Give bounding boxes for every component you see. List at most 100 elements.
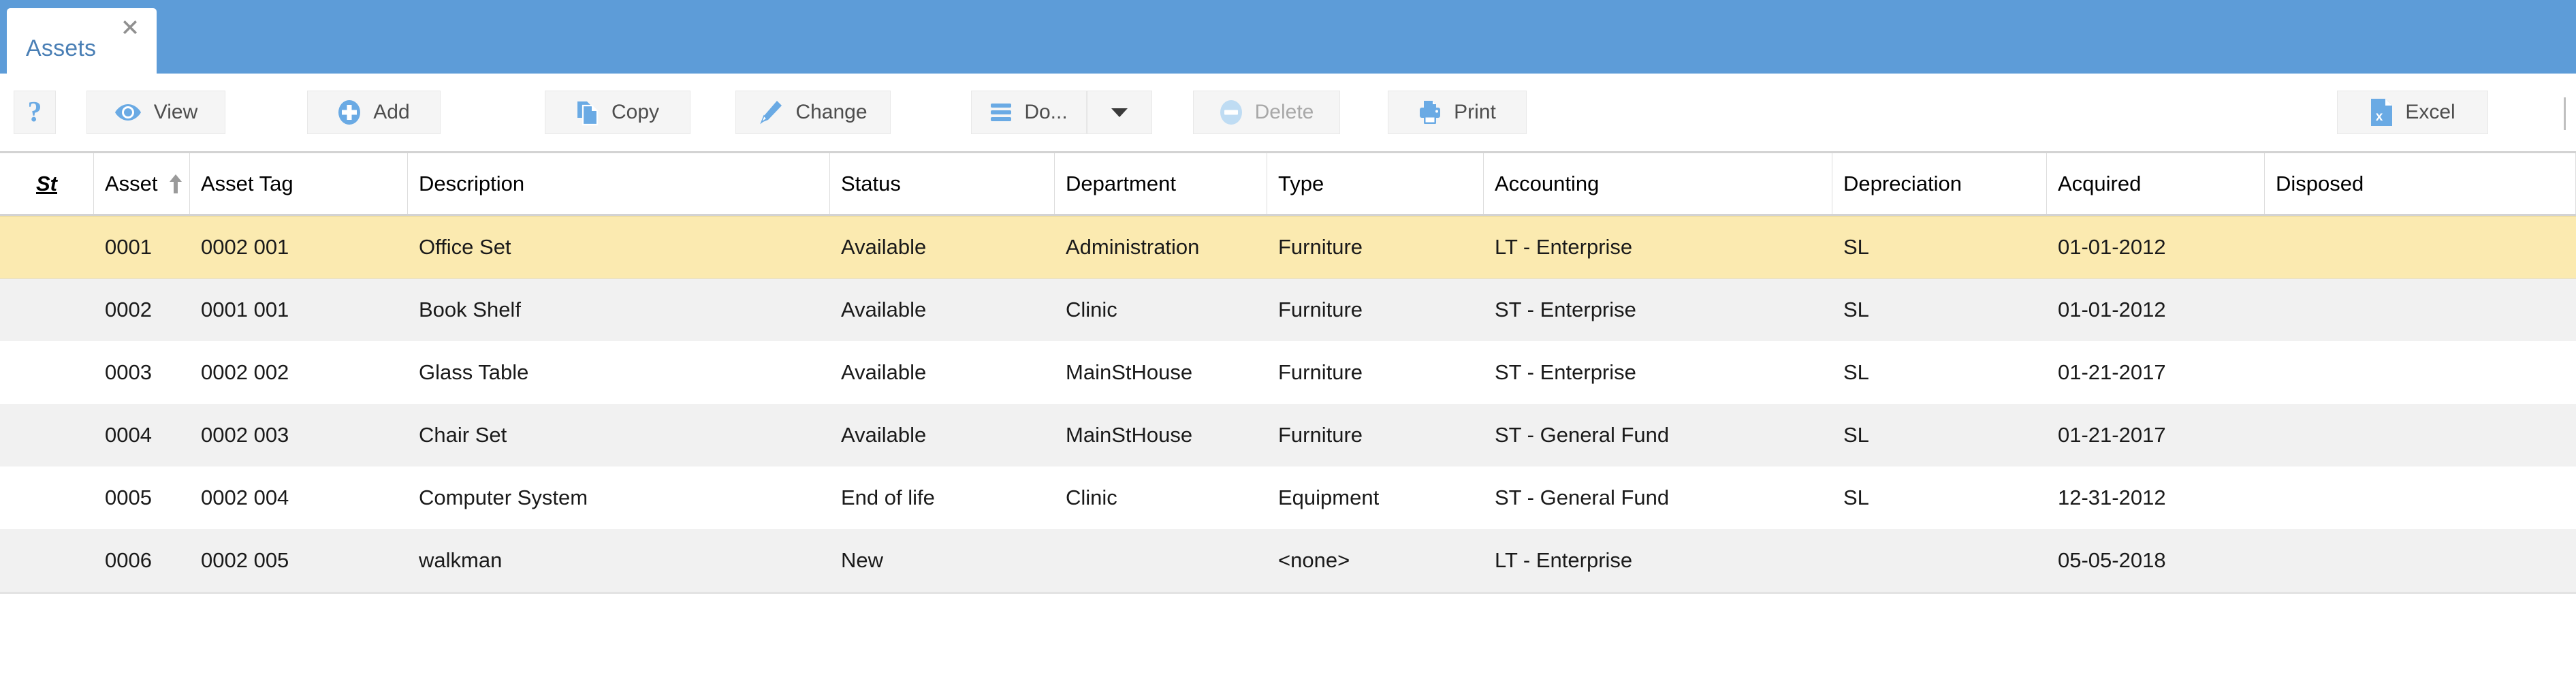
cell-depreciation: SL [1832, 404, 2047, 466]
column-header-depreciation[interactable]: Depreciation [1832, 153, 2047, 214]
view-button-label: View [154, 101, 197, 124]
change-button[interactable]: Change [735, 91, 891, 134]
column-header-status[interactable]: Status [830, 153, 1055, 214]
column-header-st[interactable]: St [0, 153, 94, 214]
cell-disposed [2265, 529, 2576, 592]
eye-icon [114, 103, 142, 122]
do-button[interactable]: Do... [971, 91, 1087, 134]
grid-header-row: St Asset Asset Tag Description Status De… [0, 153, 2576, 216]
column-header-asset-tag[interactable]: Asset Tag [190, 153, 408, 214]
column-header-disposed[interactable]: Disposed [2265, 153, 2576, 214]
cell-status: Available [830, 404, 1055, 466]
column-header-type[interactable]: Type [1267, 153, 1484, 214]
chevron-down-icon [1111, 107, 1128, 118]
add-button[interactable]: Add [307, 91, 441, 134]
cell-status: End of life [830, 466, 1055, 529]
minus-circle-icon [1220, 99, 1243, 125]
cell-department: MainStHouse [1055, 404, 1267, 466]
cell-department: Clinic [1055, 466, 1267, 529]
cell-st [0, 279, 94, 341]
cell-asset: 0002 [94, 279, 190, 341]
cell-type: Furniture [1267, 279, 1484, 341]
cell-st [0, 404, 94, 466]
excel-export-button-label: Excel [2405, 101, 2455, 124]
copy-pages-icon [576, 99, 599, 126]
cell-accounting: LT - Enterprise [1484, 217, 1832, 278]
cell-depreciation: SL [1832, 341, 2047, 404]
delete-button-label: Delete [1255, 101, 1314, 124]
delete-button[interactable]: Delete [1193, 91, 1340, 134]
cell-asset-tag: 0002 001 [190, 217, 408, 278]
cell-type: Equipment [1267, 466, 1484, 529]
cell-department: MainStHouse [1055, 341, 1267, 404]
cell-asset-tag: 0002 004 [190, 466, 408, 529]
do-button-label: Do... [1024, 101, 1067, 124]
cell-disposed [2265, 217, 2576, 278]
cell-st [0, 341, 94, 404]
toolbar: ? View Add Copy [0, 74, 2576, 153]
column-header-asset-label: Asset [105, 172, 158, 196]
cell-asset-tag: 0002 003 [190, 404, 408, 466]
excel-file-icon: x [2370, 98, 2393, 127]
pencil-icon [759, 99, 783, 125]
do-dropdown-toggle[interactable] [1087, 91, 1152, 134]
cell-asset: 0001 [94, 217, 190, 278]
column-header-accounting[interactable]: Accounting [1484, 153, 1832, 214]
cell-depreciation [1832, 529, 2047, 592]
cell-accounting: ST - General Fund [1484, 404, 1832, 466]
cell-acquired: 01-21-2017 [2047, 341, 2265, 404]
toolbar-separator [2564, 97, 2566, 130]
tab-assets[interactable]: Assets [7, 8, 157, 74]
tab-assets-label: Assets [26, 35, 96, 62]
cell-status: Available [830, 341, 1055, 404]
grid-bottom-edge [0, 592, 2576, 594]
close-icon[interactable] [120, 17, 140, 37]
table-row[interactable]: 0002 0001 001 Book Shelf Available Clini… [0, 279, 2576, 341]
cell-description: Office Set [408, 217, 830, 278]
table-row[interactable]: 0004 0002 003 Chair Set Available MainSt… [0, 404, 2576, 466]
column-header-description[interactable]: Description [408, 153, 830, 214]
column-header-asset[interactable]: Asset [94, 153, 190, 214]
change-button-label: Change [795, 101, 867, 124]
cell-accounting: ST - Enterprise [1484, 279, 1832, 341]
cell-st [0, 529, 94, 592]
table-row[interactable]: 0006 0002 005 walkman New <none> LT - En… [0, 529, 2576, 592]
assets-grid: St Asset Asset Tag Description Status De… [0, 153, 2576, 594]
column-header-department[interactable]: Department [1055, 153, 1267, 214]
cell-type: Furniture [1267, 341, 1484, 404]
print-button-label: Print [1454, 101, 1496, 124]
cell-description: Chair Set [408, 404, 830, 466]
cell-status: New [830, 529, 1055, 592]
view-button[interactable]: View [86, 91, 225, 134]
excel-export-button[interactable]: x Excel [2337, 91, 2488, 134]
cell-disposed [2265, 404, 2576, 466]
cell-department: Administration [1055, 217, 1267, 278]
cell-asset: 0003 [94, 341, 190, 404]
sort-ascending-icon [169, 174, 182, 194]
help-button[interactable]: ? [14, 91, 56, 134]
cell-accounting: LT - Enterprise [1484, 529, 1832, 592]
cell-asset-tag: 0002 005 [190, 529, 408, 592]
tab-strip: Assets [0, 0, 2576, 74]
cell-description: Glass Table [408, 341, 830, 404]
cell-acquired: 12-31-2012 [2047, 466, 2265, 529]
cell-accounting: ST - General Fund [1484, 466, 1832, 529]
cell-asset-tag: 0002 002 [190, 341, 408, 404]
cell-status: Available [830, 279, 1055, 341]
copy-button[interactable]: Copy [545, 91, 690, 134]
cell-acquired: 01-21-2017 [2047, 404, 2265, 466]
table-row[interactable]: 0003 0002 002 Glass Table Available Main… [0, 341, 2576, 404]
cell-description: Computer System [408, 466, 830, 529]
table-row[interactable]: 0005 0002 004 Computer System End of lif… [0, 466, 2576, 529]
column-header-acquired[interactable]: Acquired [2047, 153, 2265, 214]
question-mark-icon: ? [28, 98, 42, 127]
cell-depreciation: SL [1832, 279, 2047, 341]
svg-text:x: x [2376, 110, 2383, 124]
add-button-label: Add [373, 101, 409, 124]
cell-type: Furniture [1267, 404, 1484, 466]
cell-acquired: 05-05-2018 [2047, 529, 2265, 592]
cell-depreciation: SL [1832, 466, 2047, 529]
table-row[interactable]: 0001 0002 001 Office Set Available Admin… [0, 216, 2576, 279]
print-button[interactable]: Print [1388, 91, 1527, 134]
cell-st [0, 466, 94, 529]
